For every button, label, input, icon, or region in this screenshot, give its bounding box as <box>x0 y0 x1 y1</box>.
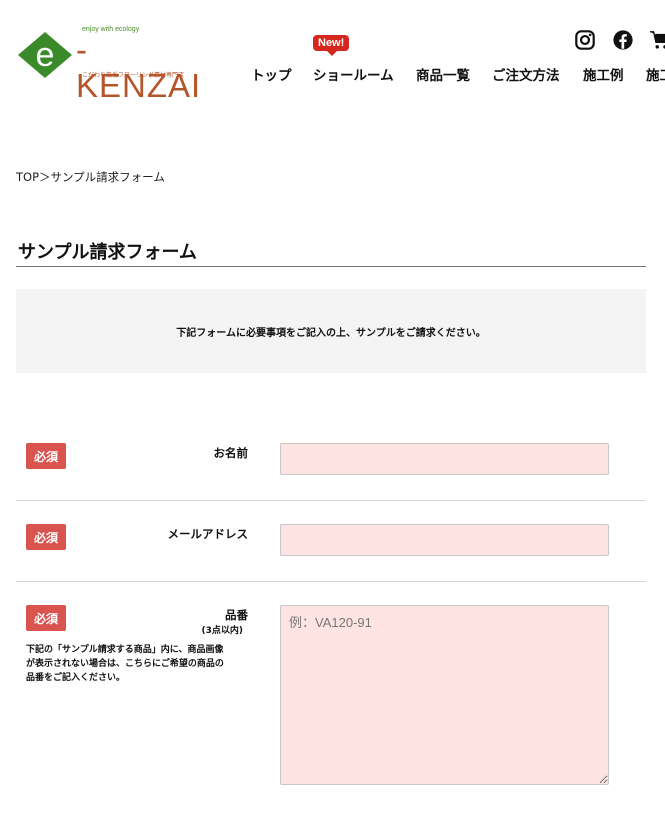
facebook-icon[interactable] <box>612 29 634 51</box>
required-badge: 必須 <box>26 605 66 631</box>
email-label: メールアドレス <box>167 527 249 541</box>
nav-top[interactable]: トップ <box>251 64 292 84</box>
nav-order-method[interactable]: ご注文方法 <box>492 64 560 84</box>
instagram-icon[interactable] <box>574 29 596 51</box>
email-input[interactable] <box>280 524 609 556</box>
required-badge: 必須 <box>26 524 66 550</box>
intro-text: 下記フォームに必要事項をご記入の上、サンプルをご請求ください。 <box>176 327 486 339</box>
intro-box: 下記フォームに必要事項をご記入の上、サンプルをご請求ください。 <box>16 289 646 373</box>
nav-construction[interactable]: 施工 <box>646 64 665 84</box>
row-divider <box>16 581 646 582</box>
breadcrumb: TOP＞サンプル請求フォーム <box>16 169 165 185</box>
cart-icon[interactable] <box>649 29 665 51</box>
nav-showroom[interactable]: ショールーム <box>313 64 394 84</box>
product-code-label: 品番 <box>225 608 248 622</box>
new-badge: New! <box>313 35 350 56</box>
breadcrumb-current: サンプル請求フォーム <box>50 170 165 184</box>
breadcrumb-separator: ＞ <box>39 170 51 184</box>
breadcrumb-home-link[interactable]: TOP <box>16 170 39 184</box>
product-code-note-line: が表示されない場合は、こちらにご希望の商品の <box>26 659 224 669</box>
main-nav: トップ ショールーム 商品一覧 ご注文方法 施工例 施工 <box>0 64 665 84</box>
required-badge: 必須 <box>26 443 66 469</box>
title-divider <box>16 266 646 267</box>
page-title: サンプル請求フォーム <box>18 242 197 263</box>
product-code-note-line: 下記の「サンプル請求する商品」内に、商品画像 <box>26 645 224 655</box>
product-code-note-line: 品番をご記入ください。 <box>26 673 126 683</box>
name-input[interactable] <box>280 443 609 475</box>
product-code-textarea[interactable] <box>280 605 609 785</box>
product-code-limit: (3点以内) <box>201 626 244 636</box>
name-label: お名前 <box>213 446 249 460</box>
nav-products[interactable]: 商品一覧 <box>416 64 470 84</box>
nav-works[interactable]: 施工例 <box>583 64 624 84</box>
row-divider <box>16 500 646 501</box>
